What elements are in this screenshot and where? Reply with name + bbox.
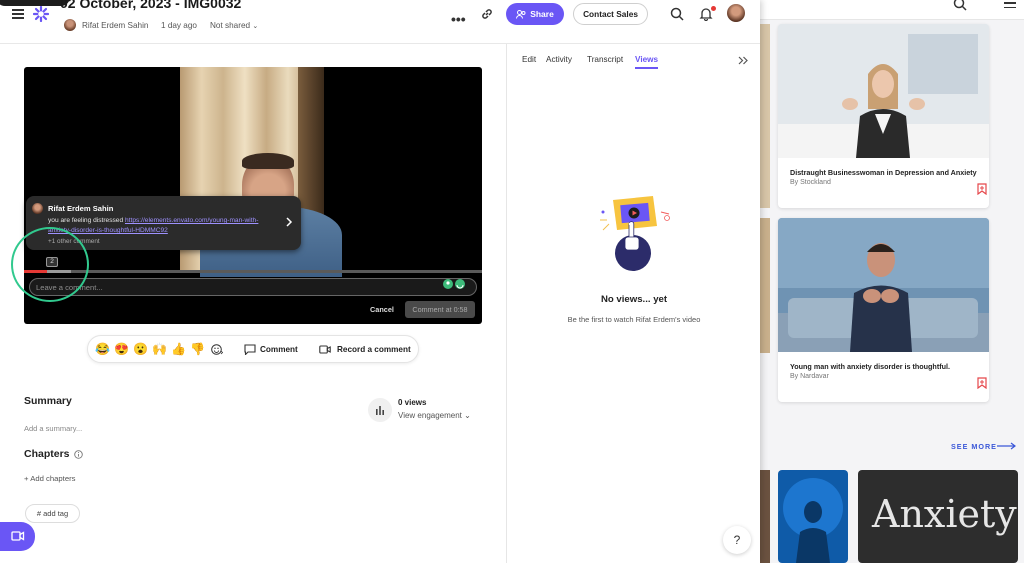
upload-time: 1 day ago — [161, 21, 197, 30]
comment-icon[interactable] — [244, 344, 256, 355]
menu-icon[interactable] — [1004, 2, 1016, 10]
comment-input[interactable]: Leave a comment... — [29, 278, 477, 296]
video-camera-icon — [11, 531, 25, 541]
video-subject-hair — [242, 153, 294, 169]
comment-body: you are feeling distressed — [48, 217, 124, 224]
view-engagement-label: View engagement — [398, 411, 462, 420]
notification-dot — [711, 6, 716, 11]
people-icon — [516, 9, 526, 19]
owner-avatar — [64, 19, 76, 31]
share-status-label: Not shared — [210, 21, 251, 30]
comment-emoji-icons[interactable] — [443, 278, 467, 290]
views-stats-icon[interactable] — [368, 398, 392, 422]
info-icon[interactable] — [74, 450, 83, 459]
chapters-heading: Chapters — [24, 448, 70, 460]
stock-site-background: Distraught Businesswoman in Depression a… — [760, 0, 1024, 563]
emoji-thumbs-down[interactable]: 👎 — [190, 342, 205, 356]
user-avatar[interactable] — [727, 4, 745, 22]
page-header: 02 October, 2023 - IMG0032 Rifat Erdem S… — [0, 0, 760, 44]
partial-thumbnail — [760, 470, 770, 563]
stock-card[interactable]: Young man with anxiety disorder is thoug… — [778, 218, 989, 402]
stock-thumbnail-businesswoman[interactable] — [778, 24, 989, 158]
emoji-surprised[interactable]: 😮 — [133, 342, 148, 356]
empty-state-title: No views... yet — [600, 294, 668, 305]
commenter-avatar — [32, 203, 43, 214]
share-button-label: Share — [530, 9, 554, 19]
tab-transcript[interactable]: Transcript — [587, 55, 623, 64]
arrow-right-icon[interactable] — [997, 442, 1017, 450]
stock-site-topbar — [760, 0, 1024, 20]
loom-logo-icon[interactable] — [33, 6, 49, 22]
add-chapters-button[interactable]: + Add chapters — [24, 474, 76, 483]
chevron-right-icon[interactable] — [285, 217, 293, 227]
empty-state-subtitle: Be the first to watch Rifat Erdem's vide… — [567, 315, 701, 324]
comment-button[interactable]: Comment — [260, 345, 298, 354]
bookmark-icon[interactable] — [976, 183, 988, 195]
add-emoji-icon[interactable] — [211, 344, 223, 355]
emoji-laugh[interactable]: 😂 — [95, 342, 110, 356]
video-camera-icon[interactable] — [319, 344, 331, 355]
emoji-thumbs-up[interactable]: 👍 — [171, 342, 186, 356]
see-more-link[interactable]: SEE MORE — [951, 442, 997, 451]
partial-thumbnail — [760, 218, 770, 353]
partial-thumbnail — [760, 24, 770, 208]
video-title[interactable]: 02 October, 2023 - IMG0032 — [60, 0, 241, 11]
side-panel: Edit Activity Transcript Views No views.… — [506, 44, 760, 563]
owner-name: Rifat Erdem Sahin — [82, 21, 149, 30]
view-engagement-dropdown[interactable]: View engagement ⌄ — [398, 411, 471, 420]
commenter-name: Rifat Erdem Sahin — [48, 204, 114, 213]
tab-activity[interactable]: Activity — [546, 55, 572, 64]
share-button[interactable]: Share — [506, 3, 564, 25]
video-page: 02 October, 2023 - IMG0032 Rifat Erdem S… — [0, 0, 760, 563]
no-views-illustration — [600, 196, 670, 271]
views-count: 0 views — [398, 398, 427, 407]
cancel-comment-button[interactable]: Cancel — [370, 305, 394, 314]
stock-thumbnail-vr[interactable] — [778, 470, 848, 563]
hamburger-menu-icon[interactable] — [12, 9, 24, 19]
chevron-down-icon: ⌄ — [252, 23, 259, 30]
share-status-dropdown[interactable]: Not shared ⌄ — [210, 21, 258, 30]
stock-card-author: By Nardavar — [790, 373, 829, 380]
stock-thumbnail-anxiety[interactable]: Anxiety — [858, 470, 1018, 563]
more-options-button[interactable]: ••• — [451, 11, 466, 27]
anxiety-chalk-text: Anxiety — [872, 492, 1017, 536]
stock-card-author: By Stockland — [790, 179, 831, 186]
contact-sales-button[interactable]: Contact Sales — [573, 3, 648, 25]
link-icon[interactable] — [480, 7, 494, 21]
comment-text: you are feeling distressed https://eleme… — [48, 216, 276, 236]
tab-edit[interactable]: Edit — [522, 55, 536, 64]
stock-thumbnail-young-man[interactable] — [778, 218, 989, 352]
collapse-panel-icon[interactable] — [738, 56, 749, 65]
summary-heading: Summary — [24, 395, 72, 407]
search-icon[interactable] — [670, 7, 684, 21]
bookmark-icon[interactable] — [976, 377, 988, 389]
stock-card-title[interactable]: Young man with anxiety disorder is thoug… — [790, 362, 950, 371]
progress-bar[interactable] — [24, 270, 482, 273]
emoji-raised-hands[interactable]: 🙌 — [152, 342, 167, 356]
comment-at-time-button[interactable]: Comment at 0:58 — [405, 301, 475, 318]
help-button[interactable]: ? — [723, 526, 751, 554]
stock-card-title[interactable]: Distraught Businesswoman in Depression a… — [790, 168, 977, 177]
add-summary-field[interactable]: Add a summary... — [24, 424, 82, 433]
chevron-down-icon: ⌄ — [464, 411, 471, 420]
record-button[interactable] — [0, 522, 35, 551]
emoji-heart-eyes[interactable]: 😍 — [114, 342, 129, 356]
reactions-bar: 😂 😍 😮 🙌 👍 👎 Comment Record a comment — [87, 335, 419, 363]
stock-card[interactable]: Distraught Businesswoman in Depression a… — [778, 24, 989, 208]
search-icon[interactable] — [953, 0, 969, 12]
tab-views[interactable]: Views — [635, 55, 659, 69]
add-tag-button[interactable]: # add tag — [25, 504, 80, 523]
annotation-highlight-circle — [11, 227, 89, 302]
record-comment-button[interactable]: Record a comment — [337, 345, 411, 354]
